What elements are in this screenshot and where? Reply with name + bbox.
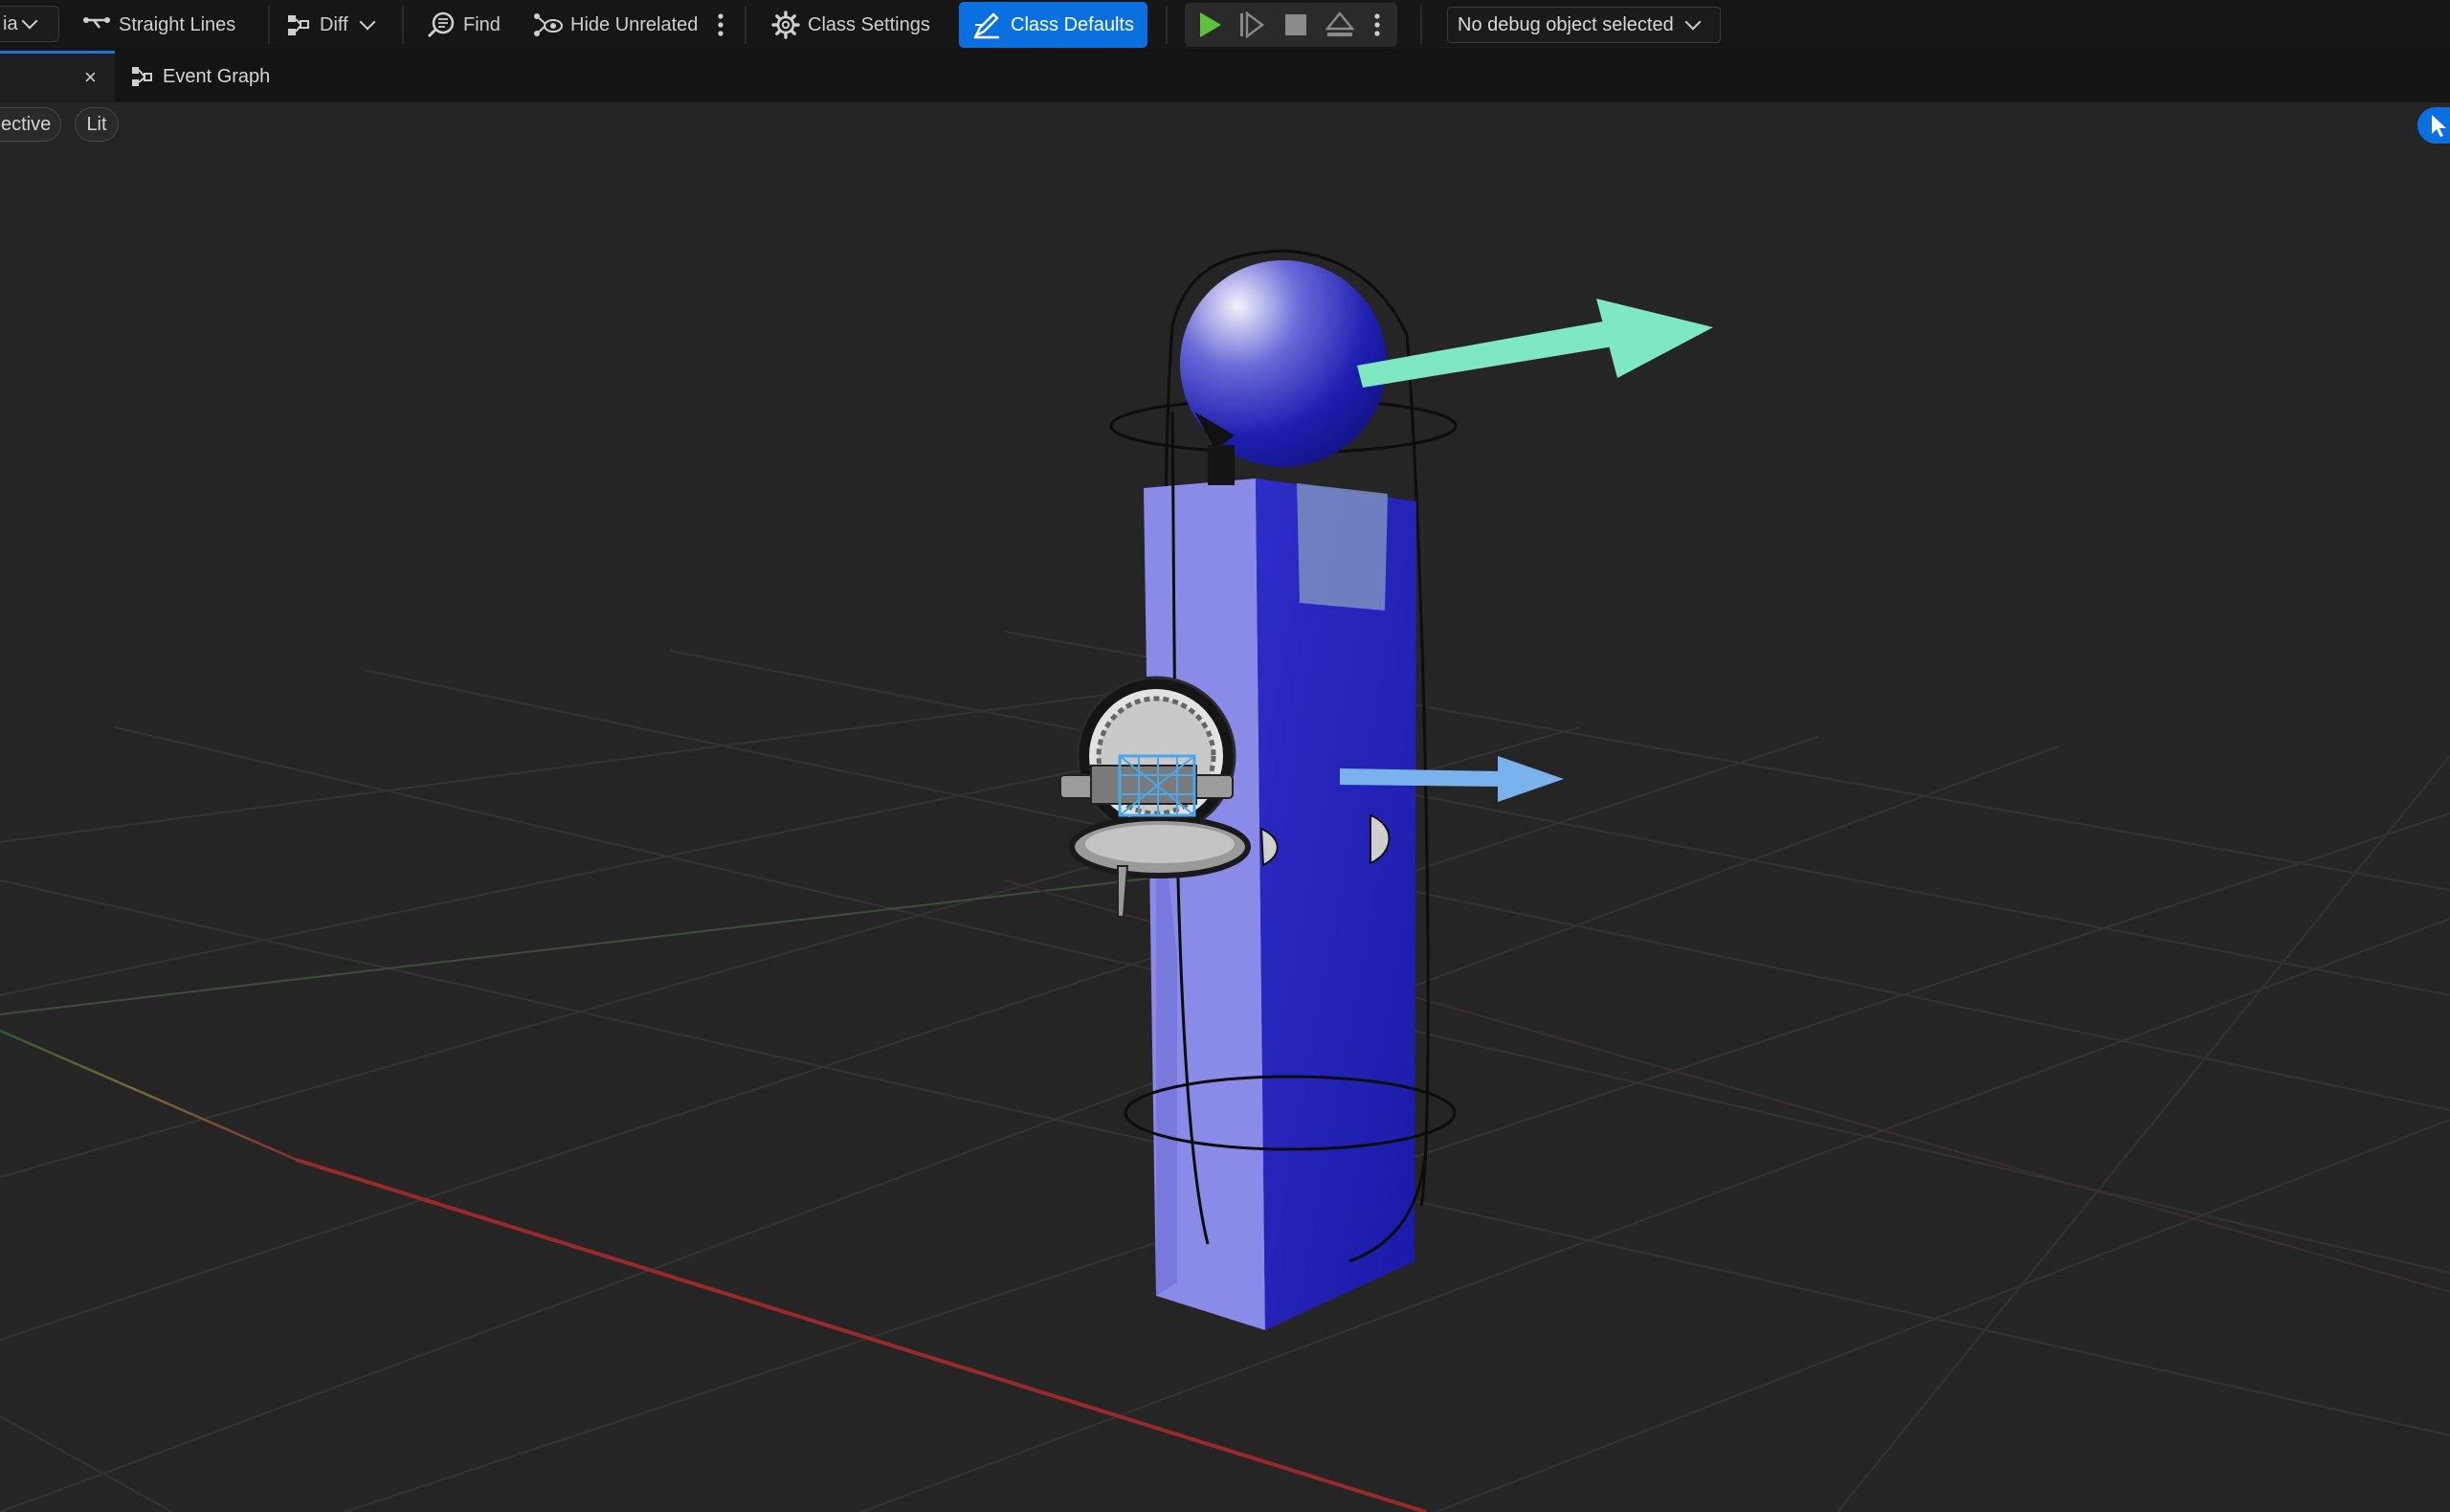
debug-object-label: No debug object selected [1458, 13, 1674, 35]
find-button[interactable]: Find [427, 4, 501, 46]
pillar-mesh [1144, 478, 1416, 1330]
step-button[interactable] [1231, 3, 1273, 47]
chevron-down-icon [21, 12, 38, 30]
straight-lines-label: Straight Lines [119, 13, 236, 35]
straight-lines-button[interactable]: Straight Lines [82, 4, 235, 46]
tab-viewport[interactable]: × [0, 51, 115, 102]
play-icon [1196, 11, 1223, 39]
play-options-button[interactable] [1361, 3, 1393, 47]
eject-icon [1325, 11, 1354, 38]
debug-object-select[interactable]: No debug object selected [1447, 7, 1721, 43]
toolbar-divider [402, 6, 404, 44]
find-icon [427, 11, 456, 39]
play-controls [1185, 3, 1397, 47]
close-icon[interactable]: × [84, 65, 97, 90]
select-mode-icon [2429, 113, 2450, 138]
class-defaults-icon [972, 11, 1001, 39]
chevron-down-icon [359, 13, 376, 31]
viewport[interactable]: ective Lit [0, 102, 2450, 1512]
select-mode-button[interactable] [2417, 107, 2450, 144]
stop-button[interactable] [1275, 3, 1317, 47]
play-button[interactable] [1189, 3, 1231, 47]
toolbar-divider [1420, 6, 1422, 44]
toolbar-divider [745, 6, 746, 44]
diff-button[interactable]: Diff [285, 4, 376, 46]
more-icon [716, 12, 725, 37]
arrow-component-cyan [1357, 299, 1713, 388]
hide-unrelated-label: Hide Unrelated [570, 13, 699, 35]
class-settings-label: Class Settings [808, 13, 930, 35]
more-icon [1372, 12, 1382, 37]
chevron-down-icon [1684, 13, 1702, 31]
eject-button[interactable] [1319, 3, 1361, 47]
view-mode-button[interactable]: Lit [75, 107, 119, 142]
class-settings-button[interactable]: Class Settings [771, 4, 930, 46]
view-mode-label: Lit [86, 113, 107, 135]
class-defaults-label: Class Defaults [1011, 13, 1134, 35]
viewport-scene [0, 249, 2450, 1512]
diff-icon [285, 11, 312, 38]
stop-icon [1284, 13, 1307, 36]
toolbar-divider [1166, 6, 1168, 44]
tab-event-graph[interactable]: Event Graph [130, 60, 270, 93]
find-label: Find [463, 13, 501, 35]
blueprint-toolbar: ia Straight Lines Diff Find Hide Unrelat… [0, 0, 2450, 51]
hide-unrelated-button[interactable]: Hide Unrelated [532, 4, 698, 46]
perspective-label: ective [1, 113, 52, 135]
diff-label: Diff [320, 13, 348, 35]
perspective-button[interactable]: ective [0, 107, 61, 142]
step-icon [1237, 11, 1266, 39]
hide-unrelated-icon [532, 11, 563, 39]
tab-event-graph-label: Event Graph [163, 65, 271, 87]
asset-combo[interactable]: ia [0, 6, 59, 42]
gear-icon [771, 11, 800, 39]
green-axis-line [0, 878, 1149, 1015]
toolbar-divider [268, 6, 270, 44]
hide-unrelated-options-button[interactable] [716, 4, 725, 46]
editor-tab-bar: × Event Graph [0, 51, 2450, 102]
y-axis-line [0, 1029, 298, 1162]
event-graph-icon [130, 65, 153, 88]
class-defaults-button[interactable]: Class Defaults [959, 2, 1147, 48]
straight-lines-icon [82, 14, 111, 35]
asset-combo-label: ia [3, 12, 18, 34]
